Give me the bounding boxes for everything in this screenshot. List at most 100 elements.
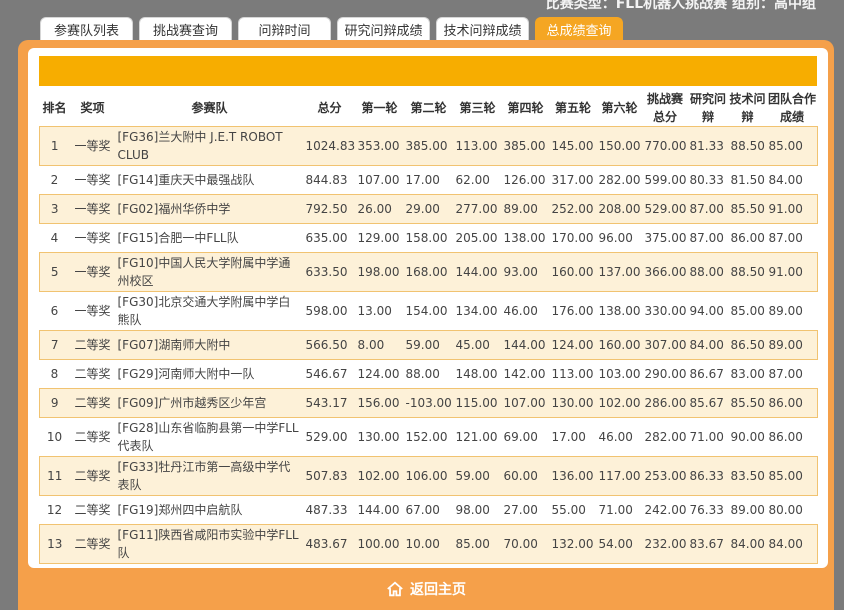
content-panel: 排名 奖项 参赛队 总分 第一轮 第二轮 第三轮 第四轮 第五轮 第六轮 挑战赛… — [18, 40, 834, 610]
table-row: 5 一等奖 [FG10]中国人民大学附属中学通州校区 633.50 198.00 168.… — [39, 252, 818, 292]
cell-rank: 5 — [39, 252, 70, 292]
cell-team: [FG30]北京交通大学附属中学白熊队 — [115, 291, 304, 331]
cell-teamwork: 86.00 — [766, 388, 818, 418]
cell-round4: 138.00 — [501, 223, 550, 253]
cell-challenge-total: 232.00 — [642, 524, 688, 564]
cell-rank: 9 — [39, 388, 70, 418]
cell-research-defense: 88.00 — [687, 252, 729, 292]
cell-round1: 130.00 — [355, 417, 404, 457]
cell-round4: 46.00 — [501, 291, 550, 331]
cell-round4: 385.00 — [501, 126, 550, 166]
cell-award: 二等奖 — [69, 495, 116, 525]
table-row: 10 二等奖 [FG28]山东省临朐县第一中学FLL代表队 529.00 130.00 1… — [39, 417, 818, 457]
cell-round6: 96.00 — [596, 223, 643, 253]
cell-tech-defense: 83.00 — [728, 359, 767, 389]
cell-round3: 277.00 — [453, 194, 502, 224]
cell-total: 546.67 — [303, 359, 356, 389]
cell-round5: 17.00 — [549, 417, 597, 457]
cell-round3: 113.00 — [453, 126, 502, 166]
results-table: 排名 奖项 参赛队 总分 第一轮 第二轮 第三轮 第四轮 第五轮 第六轮 挑战赛… — [39, 90, 818, 564]
cell-round2: 29.00 — [403, 194, 454, 224]
cell-teamwork: 89.00 — [766, 330, 818, 360]
cell-team: [FG29]河南师大附中一队 — [115, 359, 304, 389]
cell-round2: -103.00 — [403, 388, 454, 418]
cell-team: [FG02]福州华侨中学 — [115, 194, 304, 224]
cell-challenge-total: 366.00 — [642, 252, 688, 292]
cell-team: [FG33]牡丹江市第一高级中学代表队 — [115, 456, 304, 496]
cell-round2: 106.00 — [403, 456, 454, 496]
cell-tech-defense: 85.50 — [728, 194, 767, 224]
cell-tech-defense: 89.00 — [728, 495, 767, 525]
table-row: 8 二等奖 [FG29]河南师大附中一队 546.67 124.00 88.00 148.0… — [39, 359, 818, 389]
cell-research-defense: 94.00 — [687, 291, 729, 331]
cell-tech-defense: 85.00 — [728, 291, 767, 331]
cell-round3: 45.00 — [453, 330, 502, 360]
cell-team: [FG19]郑州四中启航队 — [115, 495, 304, 525]
cell-round6: 103.00 — [596, 359, 643, 389]
table-row: 6 一等奖 [FG30]北京交通大学附属中学白熊队 598.00 13.00 154.00… — [39, 291, 818, 331]
cell-total: 507.83 — [303, 456, 356, 496]
cell-round2: 385.00 — [403, 126, 454, 166]
cell-round4: 93.00 — [501, 252, 550, 292]
cell-round1: 353.00 — [355, 126, 404, 166]
cell-round6: 150.00 — [596, 126, 643, 166]
cell-round6: 54.00 — [596, 524, 643, 564]
cell-award: 一等奖 — [69, 126, 116, 166]
cell-round4: 60.00 — [501, 456, 550, 496]
table-row: 11 二等奖 [FG33]牡丹江市第一高级中学代表队 507.83 102.00 106.… — [39, 456, 818, 496]
cell-total: 633.50 — [303, 252, 356, 292]
cell-research-defense: 84.00 — [687, 330, 729, 360]
cell-round6: 160.00 — [596, 330, 643, 360]
cell-rank: 8 — [39, 359, 70, 389]
cell-challenge-total: 286.00 — [642, 388, 688, 418]
cell-round1: 144.00 — [355, 495, 404, 525]
home-icon — [387, 581, 403, 597]
cell-research-defense: 86.33 — [687, 456, 729, 496]
cell-award: 一等奖 — [69, 194, 116, 224]
cell-round2: 88.00 — [403, 359, 454, 389]
cell-teamwork: 91.00 — [766, 252, 818, 292]
back-home-button[interactable]: 返回主页 — [18, 568, 834, 610]
cell-round2: 10.00 — [403, 524, 454, 564]
table-row: 4 一等奖 [FG15]合肥一中FLL队 635.00 129.00 158.00 205.… — [39, 223, 818, 253]
cell-tech-defense: 86.00 — [728, 223, 767, 253]
cell-round1: 107.00 — [355, 165, 404, 195]
table-row: 1 一等奖 [FG36]兰大附中 J.E.T ROBOT CLUB 1024.83 35… — [39, 126, 818, 166]
cell-team: [FG07]湖南师大附中 — [115, 330, 304, 360]
cell-team: [FG11]陕西省咸阳市实验中学FLL队 — [115, 524, 304, 564]
col-award: 奖项 — [80, 101, 105, 115]
cell-team: [FG36]兰大附中 J.E.T ROBOT CLUB — [115, 126, 304, 166]
cell-round3: 115.00 — [453, 388, 502, 418]
cell-total: 598.00 — [303, 291, 356, 331]
cell-round5: 130.00 — [549, 388, 597, 418]
table-row: 7 二等奖 [FG07]湖南师大附中 566.50 8.00 59.00 45.00 144.… — [39, 330, 818, 360]
cell-research-defense: 87.00 — [687, 194, 729, 224]
cell-teamwork: 80.00 — [766, 495, 818, 525]
cell-award: 一等奖 — [69, 291, 116, 331]
cell-round1: 8.00 — [355, 330, 404, 360]
cell-round4: 89.00 — [501, 194, 550, 224]
cell-team: [FG28]山东省临朐县第一中学FLL代表队 — [115, 417, 304, 457]
col-research-defense: 研究问辩 — [689, 92, 726, 124]
cell-award: 二等奖 — [69, 359, 116, 389]
cell-round6: 71.00 — [596, 495, 643, 525]
cell-rank: 7 — [39, 330, 70, 360]
cell-teamwork: 87.00 — [766, 223, 818, 253]
cell-total: 543.17 — [303, 388, 356, 418]
cell-rank: 12 — [39, 495, 70, 525]
cell-total: 529.00 — [303, 417, 356, 457]
col-tech-defense: 技术问辩 — [729, 92, 766, 124]
cell-teamwork: 86.00 — [766, 417, 818, 457]
cell-rank: 2 — [39, 165, 70, 195]
cell-teamwork: 84.00 — [766, 524, 818, 564]
cell-round1: 13.00 — [355, 291, 404, 331]
cell-rank: 3 — [39, 194, 70, 224]
cell-round5: 136.00 — [549, 456, 597, 496]
cell-rank: 11 — [39, 456, 70, 496]
cell-rank: 6 — [39, 291, 70, 331]
cell-round3: 62.00 — [453, 165, 502, 195]
cell-round6: 137.00 — [596, 252, 643, 292]
cell-research-defense: 81.33 — [687, 126, 729, 166]
cell-award: 一等奖 — [69, 165, 116, 195]
cell-round3: 121.00 — [453, 417, 502, 457]
